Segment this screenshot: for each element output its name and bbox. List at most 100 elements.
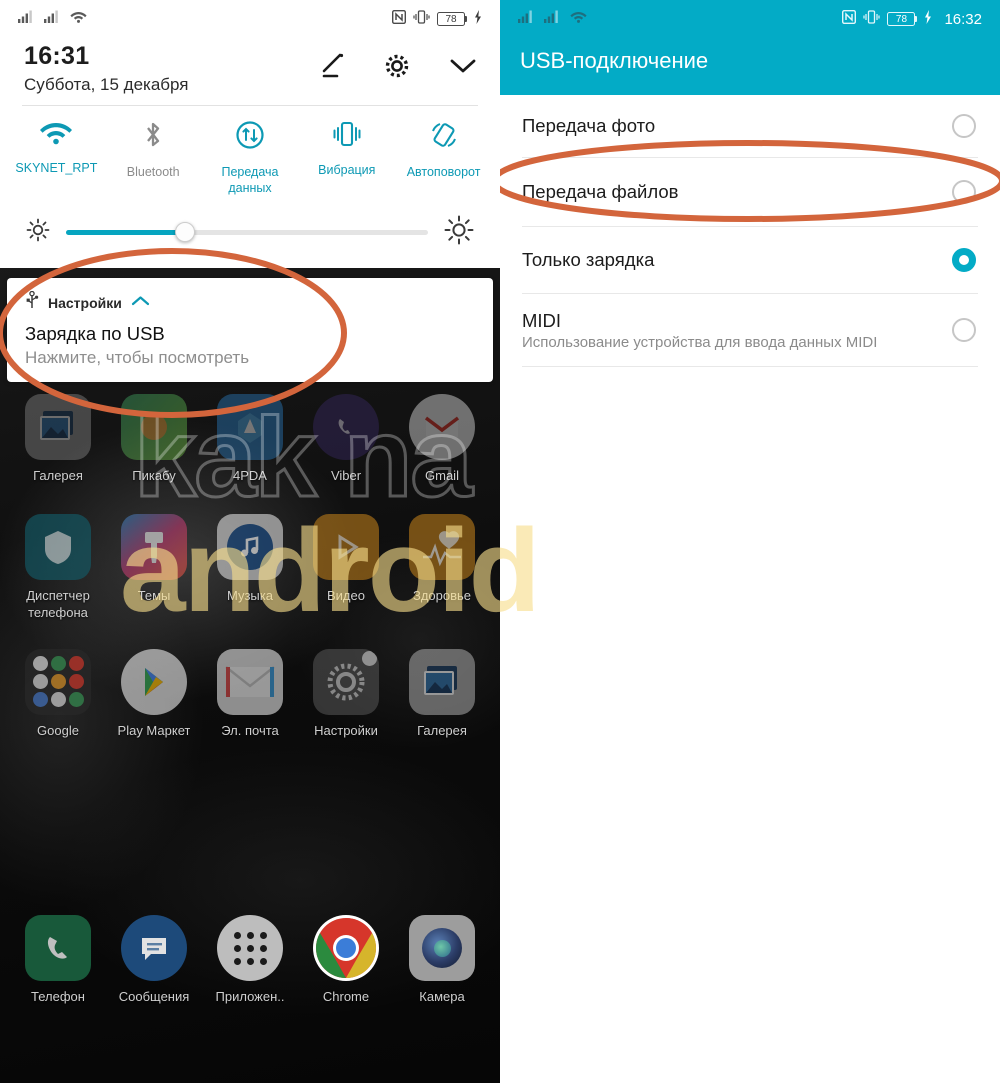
app-4pda[interactable]: 4PDA: [202, 394, 298, 484]
radio-button[interactable]: [952, 318, 976, 342]
shade-date: Суббота, 15 декабря: [24, 75, 189, 94]
app-label: Play Маркет: [117, 722, 191, 738]
radio-button-selected[interactable]: [952, 248, 976, 272]
app-label: Эл. почта: [221, 722, 279, 738]
vibrate-icon: [413, 9, 430, 29]
gmail-icon: [409, 394, 475, 460]
app-label: Google: [37, 722, 79, 738]
toggle-vibration[interactable]: Вибрация: [298, 120, 395, 197]
usb-notification-card[interactable]: Настройки Зарядка по USB Нажмите, чтобы …: [7, 278, 493, 382]
dock-app-drawer[interactable]: Приложен..: [202, 915, 298, 1005]
brightness-low-icon: [26, 218, 50, 247]
app-gallery[interactable]: Галерея: [10, 394, 106, 484]
google-folder-icon: [25, 648, 91, 715]
play-store-icon: [121, 648, 187, 715]
app-row-2: Диспетчер телефона Темы Музыка Видео Здо…: [0, 514, 500, 621]
toggle-label: Автоповорот: [406, 165, 481, 179]
app-pikabu[interactable]: Пикабу: [106, 394, 202, 484]
app-health[interactable]: Здоровье: [394, 514, 490, 621]
bluetooth-icon: [140, 120, 166, 155]
shade-clock-row: 16:31 Суббота, 15 декабря: [0, 38, 500, 95]
health-icon: [409, 514, 475, 581]
app-gmail[interactable]: Gmail: [394, 394, 490, 484]
app-phone-manager[interactable]: Диспетчер телефона: [10, 514, 106, 621]
battery-icon: 78: [437, 12, 467, 26]
vibrate-icon: [331, 120, 363, 153]
toggle-bluetooth[interactable]: Bluetooth: [105, 120, 202, 197]
page-title: USB-подключение: [520, 48, 709, 73]
option-title: Только зарядка: [522, 249, 655, 270]
wifi-icon: [39, 120, 73, 151]
toggle-auto-rotate[interactable]: Автоповорот: [395, 120, 492, 197]
toggle-wifi[interactable]: SKYNET_RPT: [8, 120, 105, 197]
gear-icon[interactable]: [382, 51, 412, 86]
data-transfer-icon: [235, 120, 265, 155]
app-label: Музыка: [227, 588, 273, 604]
battery-level: 78: [437, 12, 465, 26]
music-icon: [217, 514, 283, 581]
charging-bolt-icon: [924, 9, 932, 29]
wifi-icon: [70, 10, 87, 28]
app-settings[interactable]: Настройки: [298, 648, 394, 739]
option-title: MIDI: [522, 309, 562, 331]
usb-mode-options: Передача фото Передача файлов Только зар…: [500, 95, 1000, 367]
app-play-store[interactable]: Play Маркет: [106, 648, 202, 739]
nfc-icon: [842, 9, 857, 29]
notification-title: Зарядка по USB: [25, 323, 165, 344]
toggle-label: SKYNET_RPT: [15, 161, 98, 175]
option-photo-transfer[interactable]: Передача фото: [500, 95, 1000, 157]
wifi-icon: [570, 10, 587, 28]
app-gallery-2[interactable]: Галерея: [394, 648, 490, 739]
dock-label: Сообщения: [118, 989, 190, 1004]
pikabu-icon: [121, 394, 187, 460]
app-viber[interactable]: Viber: [298, 394, 394, 484]
video-icon: [313, 514, 379, 581]
dock-camera[interactable]: Камера: [394, 915, 490, 1005]
camera-icon: [409, 915, 475, 981]
notification-shade: 78 16:31 Суббота, 15 декабря SKYNET_RPT …: [0, 0, 500, 268]
option-midi[interactable]: MIDI Использование устройства для ввода …: [500, 294, 1000, 366]
app-row-3: Google Play Маркет Эл. почта Настройки Г…: [0, 648, 500, 739]
dock-chrome[interactable]: Chrome: [298, 915, 394, 1005]
fourpda-icon: [217, 394, 283, 460]
dock-phone[interactable]: Телефон: [10, 915, 106, 1005]
email-icon: [217, 648, 283, 715]
app-email[interactable]: Эл. почта: [202, 648, 298, 739]
gallery-icon: [25, 394, 91, 460]
app-label: Диспетчер телефона: [26, 588, 90, 620]
slider-thumb[interactable]: [175, 222, 196, 242]
chevron-up-icon[interactable]: [131, 294, 150, 312]
nfc-icon: [391, 9, 407, 29]
radio-button[interactable]: [952, 180, 976, 204]
brightness-slider[interactable]: [66, 222, 428, 242]
notification-app-row: Настройки: [25, 290, 475, 314]
signal-bars-icon: [44, 10, 59, 28]
status-bar-time: 16:32: [944, 10, 982, 28]
signal-bars-icon: [18, 10, 33, 28]
quick-toggles: SKYNET_RPT Bluetooth Передача данных Виб…: [0, 106, 500, 197]
usb-settings-header: 78 16:32 USB-подключение: [500, 0, 1000, 95]
vibrate-icon: [863, 9, 881, 29]
chevron-down-icon[interactable]: [448, 56, 478, 81]
app-google-folder[interactable]: Google: [10, 648, 106, 739]
app-label: Темы: [137, 588, 171, 604]
app-label: Галерея: [33, 468, 83, 483]
left-phone-panel: Галерея Пикабу 4PDA Viber Gmail Диспетче…: [0, 0, 500, 1083]
pencil-edit-icon[interactable]: [318, 52, 346, 85]
radio-button[interactable]: [952, 114, 976, 138]
gallery-icon: [409, 648, 475, 715]
option-file-transfer[interactable]: Передача файлов: [500, 158, 1000, 226]
auto-rotate-icon: [429, 120, 459, 155]
app-drawer-icon: [217, 915, 283, 981]
app-music[interactable]: Музыка: [202, 514, 298, 621]
app-video[interactable]: Видео: [298, 514, 394, 621]
app-row-1: Галерея Пикабу 4PDA Viber Gmail: [0, 394, 500, 484]
option-subtitle: Использование устройства для ввода данны…: [522, 333, 878, 351]
toggle-mobile-data[interactable]: Передача данных: [202, 120, 299, 197]
dock-label: Chrome: [322, 989, 370, 1004]
dock-row: Телефон Сообщения Приложен.. Chrome Каме…: [0, 915, 500, 1005]
option-charge-only[interactable]: Только зарядка: [500, 227, 1000, 293]
app-themes[interactable]: Темы: [106, 514, 202, 621]
app-label: 4PDA: [233, 468, 267, 483]
dock-messages[interactable]: Сообщения: [106, 915, 202, 1005]
